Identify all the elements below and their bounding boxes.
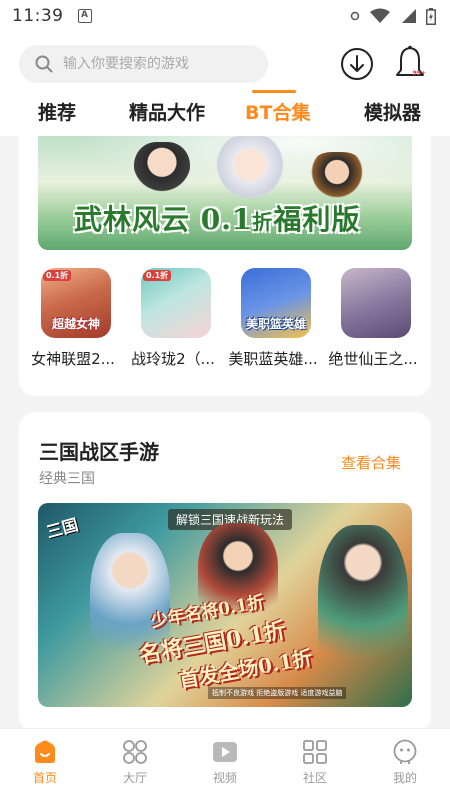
- community-grid-icon: [303, 740, 327, 764]
- signal-dot-icon: [350, 11, 360, 21]
- category-tabs: 推荐 精品大作 BT合集 模拟器: [0, 98, 450, 136]
- nav-lobby[interactable]: 大厅: [90, 729, 180, 800]
- banner-fine-print: 抵制不良游戏 拒绝盗版游戏 适度游戏益脑: [208, 687, 347, 699]
- notification-badge: 99+: [412, 70, 426, 77]
- nav-label: 视频: [212, 771, 237, 785]
- game-name: 绝世仙王之...: [328, 350, 418, 368]
- bt-collection-card: 武林风云 0.1折福利版 0.1折 超越女神 女神联盟2... 0.1折 战玲珑…: [19, 136, 431, 396]
- section-subtitle: 经典三国: [39, 471, 95, 487]
- game-name: 女神联盟2...: [31, 350, 115, 368]
- tab-premium[interactable]: 精品大作: [129, 98, 205, 125]
- discount-tag: 0.1折: [143, 270, 172, 281]
- banner-character-left: [134, 142, 190, 200]
- nav-video[interactable]: 视频: [180, 729, 270, 800]
- banner-character-right: [318, 525, 408, 695]
- battery-icon: [426, 7, 436, 25]
- view-collection-link[interactable]: 查看合集: [341, 452, 401, 473]
- bell-icon: [396, 45, 424, 76]
- nav-label: 首页: [32, 771, 57, 785]
- status-bar: 11:39 A: [0, 0, 450, 32]
- banner-title-part-b: 0.1: [200, 203, 253, 236]
- banner-character-right: [308, 152, 366, 202]
- search-bar[interactable]: [19, 45, 268, 83]
- status-time: 11:39: [12, 6, 64, 26]
- wulin-fengyun-banner[interactable]: 武林风云 0.1折福利版: [38, 136, 412, 250]
- tab-emulator[interactable]: 模拟器: [364, 98, 421, 125]
- three-kingdoms-banner[interactable]: 三国 解锁三国速战新玩法 少年名将0.1折 名将三国0.1折 首发全场0.1折 …: [38, 503, 412, 707]
- profile-icon: [393, 739, 417, 764]
- banner-title-part-d: 福利版: [273, 203, 361, 236]
- game-icon[interactable]: [341, 268, 411, 338]
- download-icon: [341, 48, 373, 80]
- three-kingdoms-card: 三国战区手游 经典三国 查看合集 三国 解锁三国速战新玩法 少年名将0.1折 名…: [19, 412, 431, 732]
- banner-title-part-a: 武林风云: [74, 203, 191, 236]
- games-row: 0.1折 超越女神 女神联盟2... 0.1折 战玲珑2（... 美职篮英雄 美…: [19, 266, 431, 376]
- cell-signal-icon: [402, 9, 416, 23]
- icon-caption: 超越女神: [51, 317, 100, 331]
- banner-title-part-c: 折: [252, 210, 274, 234]
- download-button[interactable]: [340, 47, 374, 81]
- tab-recommend[interactable]: 推荐: [38, 98, 76, 125]
- tab-bt-collection[interactable]: BT合集: [245, 98, 310, 125]
- search-icon: [35, 55, 53, 73]
- wifi-icon: [370, 8, 390, 23]
- nav-label: 我的: [392, 771, 417, 785]
- notification-button[interactable]: 99+: [392, 44, 428, 84]
- game-name: 战玲珑2（...: [131, 350, 215, 368]
- notification-a-icon: A: [77, 9, 92, 23]
- game-icon[interactable]: 美职篮英雄: [241, 268, 311, 338]
- game-name: 美职蓝英雄...: [228, 350, 318, 368]
- top-header: 99+ 推荐 精品大作 BT合集 模拟器: [0, 32, 450, 136]
- section-title: 三国战区手游: [39, 440, 159, 464]
- video-play-icon: [213, 742, 237, 762]
- nav-label: 社区: [302, 771, 327, 785]
- active-tab-indicator: [252, 90, 296, 93]
- search-input[interactable]: [63, 56, 253, 72]
- nav-community[interactable]: 社区: [270, 729, 360, 800]
- discount-tag: 0.1折: [43, 270, 72, 281]
- game-icon[interactable]: 0.1折: [141, 268, 211, 338]
- game-icon[interactable]: 0.1折 超越女神: [41, 268, 111, 338]
- nav-label: 大厅: [122, 771, 147, 785]
- nav-profile[interactable]: 我的: [360, 729, 450, 800]
- banner-character-center: [208, 136, 292, 200]
- banner-title: 武林风云 0.1折福利版: [74, 198, 361, 238]
- bottom-navigation: 首页 大厅 视频 社区 我的: [0, 728, 450, 800]
- icon-caption: 美职篮英雄: [245, 317, 306, 331]
- banner-logo: 三国: [44, 515, 81, 542]
- home-icon: [35, 740, 55, 763]
- nav-home[interactable]: 首页: [0, 729, 90, 800]
- grid-circles-icon: [123, 740, 147, 764]
- status-right-icons: [350, 7, 436, 25]
